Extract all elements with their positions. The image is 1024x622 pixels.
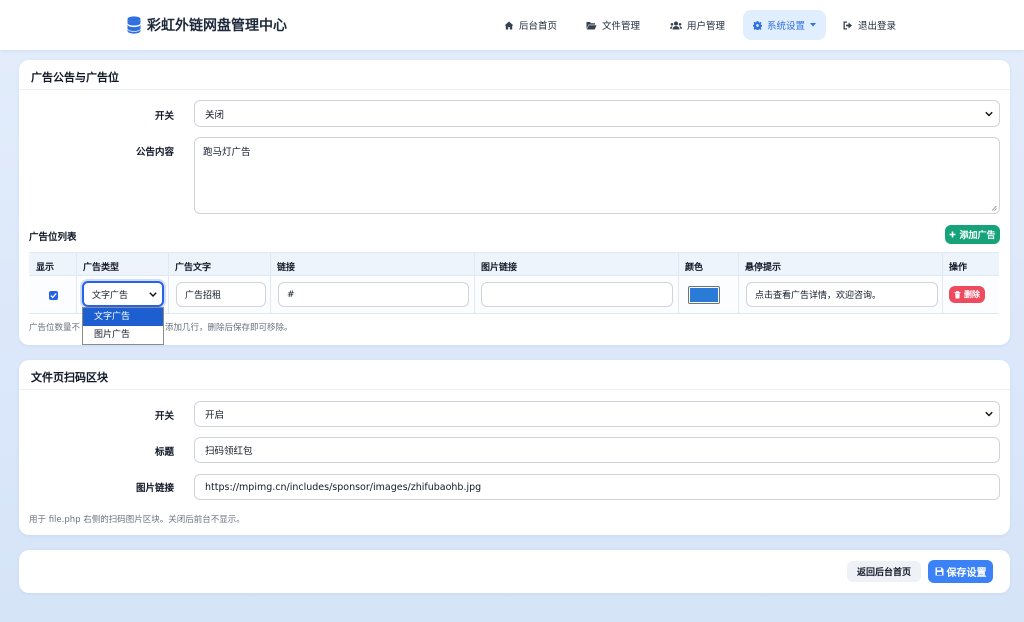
col-actions: 操作 <box>949 263 968 273</box>
col-divider <box>76 252 77 314</box>
qr-section-title: 文件页扫码区块 <box>19 360 1010 390</box>
col-divider <box>678 252 679 314</box>
ad-tooltip-input[interactable]: 点击查看广告详情，欢迎咨询。 <box>746 282 938 307</box>
save-icon <box>935 567 943 576</box>
qr-switch-select[interactable]: 开启 <box>194 401 1000 427</box>
add-ad-label: 添加广告 <box>959 231 996 241</box>
plus-icon <box>949 231 956 238</box>
col-type: 广告类型 <box>83 263 120 273</box>
chevron-down-icon <box>985 111 993 116</box>
ad-switch-label: 开关 <box>154 111 174 122</box>
nav-files-label: 文件管理 <box>602 21 641 32</box>
notice-textarea[interactable]: 跑马灯广告 <box>194 137 1000 214</box>
ad-link-value: # <box>287 289 295 300</box>
ad-switch-select[interactable]: 关闭 <box>194 100 1000 127</box>
shown-checkbox[interactable] <box>49 291 58 300</box>
col-color: 颜色 <box>685 263 704 273</box>
users-icon <box>670 21 682 29</box>
ad-type-select[interactable]: 文字广告 <box>82 281 164 307</box>
nav-home[interactable]: 后台首页 <box>494 10 567 40</box>
col-shown: 显示 <box>36 263 55 273</box>
col-text: 广告文字 <box>175 263 212 273</box>
delete-ad-label: 删除 <box>964 290 980 299</box>
delete-ad-button[interactable]: 删除 <box>949 286 985 303</box>
ad-text-value: 广告招租 <box>185 291 222 301</box>
folder-open-icon <box>586 21 597 29</box>
ad-color-picker[interactable] <box>688 286 720 304</box>
ad-type-value: 文字广告 <box>92 290 129 301</box>
notice-label: 公告内容 <box>135 147 174 158</box>
add-ad-button[interactable]: 添加广告 <box>945 225 1000 244</box>
qr-hint: 用于 file.php 右侧的扫码图片区块。关闭后前台不显示。 <box>29 515 245 525</box>
back-home-label: 返回后台首页 <box>856 568 911 578</box>
chevron-down-icon <box>985 411 993 417</box>
top-navbar: 彩虹外链网盘管理中心 后台首页 文件管理 用户管理 系统设置 退出登录 <box>0 0 1024 50</box>
brand[interactable]: 彩虹外链网盘管理中心 <box>127 14 287 36</box>
brand-title: 彩虹外链网盘管理中心 <box>147 18 287 34</box>
ad-table-header: 显示 广告类型 广告文字 链接 图片链接 颜色 悬停提示 操作 <box>29 252 999 276</box>
nav-users[interactable]: 用户管理 <box>660 10 735 40</box>
caret-down-icon <box>810 23 816 27</box>
ad-tooltip-value: 点击查看广告详情，欢迎咨询。 <box>755 291 882 301</box>
ad-hint-right: 添加几行，删除后保存即可移除。 <box>165 323 293 333</box>
nav-settings[interactable]: 系统设置 <box>743 10 826 40</box>
ad-type-dropdown[interactable]: 文字广告 图片广告 <box>82 307 164 345</box>
qr-switch-label: 开关 <box>154 411 174 422</box>
nav-home-label: 后台首页 <box>519 21 558 32</box>
col-image-link: 图片链接 <box>481 263 518 273</box>
check-icon <box>50 293 57 299</box>
gear-icon <box>753 20 762 30</box>
col-divider <box>474 252 475 314</box>
save-settings-label: 保存设置 <box>946 568 987 579</box>
save-settings-button[interactable]: 保存设置 <box>928 560 993 583</box>
ad-text-input[interactable]: 广告招租 <box>176 282 266 307</box>
qr-title-value: 扫码领红包 <box>205 446 253 457</box>
qr-image-label: 图片链接 <box>135 483 174 494</box>
dropdown-option-image-ad[interactable]: 图片广告 <box>83 326 163 344</box>
qr-image-value: https://mpimg.cn/includes/sponsor/images… <box>205 481 482 493</box>
col-divider <box>270 252 271 314</box>
trash-icon <box>954 290 961 298</box>
resize-grip-icon[interactable] <box>991 205 997 211</box>
col-link: 链接 <box>277 263 296 273</box>
chevron-down-icon <box>149 292 157 297</box>
nav-files[interactable]: 文件管理 <box>576 10 650 40</box>
qr-title-label: 标题 <box>154 447 174 458</box>
nav-settings-label: 系统设置 <box>767 21 806 32</box>
qr-settings-card: 文件页扫码区块 开关 开启 标题 扫码领红包 图片链接 https://mpim… <box>19 360 1010 535</box>
qr-title-input[interactable]: 扫码领红包 <box>194 437 1000 463</box>
nav-logout-label: 退出登录 <box>858 21 897 32</box>
qr-switch-value: 开启 <box>205 410 225 421</box>
ad-switch-value: 关闭 <box>205 109 225 121</box>
ad-settings-card: 广告公告与广告位 开关 关闭 公告内容 跑马灯广告 广告位列表 添加广告 显示 … <box>19 60 1010 345</box>
footer-actions-card: 返回后台首页 保存设置 <box>19 550 1010 593</box>
home-icon <box>504 21 514 29</box>
col-divider <box>738 252 739 314</box>
col-divider <box>942 252 943 314</box>
col-tooltip: 悬停提示 <box>745 263 782 273</box>
back-home-button[interactable]: 返回后台首页 <box>847 561 921 582</box>
database-icon <box>127 16 141 34</box>
ad-hint-left: 广告位数量不 <box>29 323 81 333</box>
nav-users-label: 用户管理 <box>687 21 726 32</box>
nav-logout[interactable]: 退出登录 <box>833 10 906 40</box>
ad-link-input[interactable]: # <box>278 282 469 307</box>
sign-out-icon <box>843 21 852 29</box>
ad-image-link-input[interactable] <box>481 282 673 307</box>
ad-section-title: 广告公告与广告位 <box>19 60 1010 90</box>
ad-list-label: 广告位列表 <box>29 232 77 243</box>
qr-image-input[interactable]: https://mpimg.cn/includes/sponsor/images… <box>194 474 1000 500</box>
dropdown-option-text-ad[interactable]: 文字广告 <box>83 308 163 326</box>
color-swatch <box>690 288 718 302</box>
col-divider <box>168 252 169 314</box>
notice-text: 跑马灯广告 <box>203 147 251 158</box>
